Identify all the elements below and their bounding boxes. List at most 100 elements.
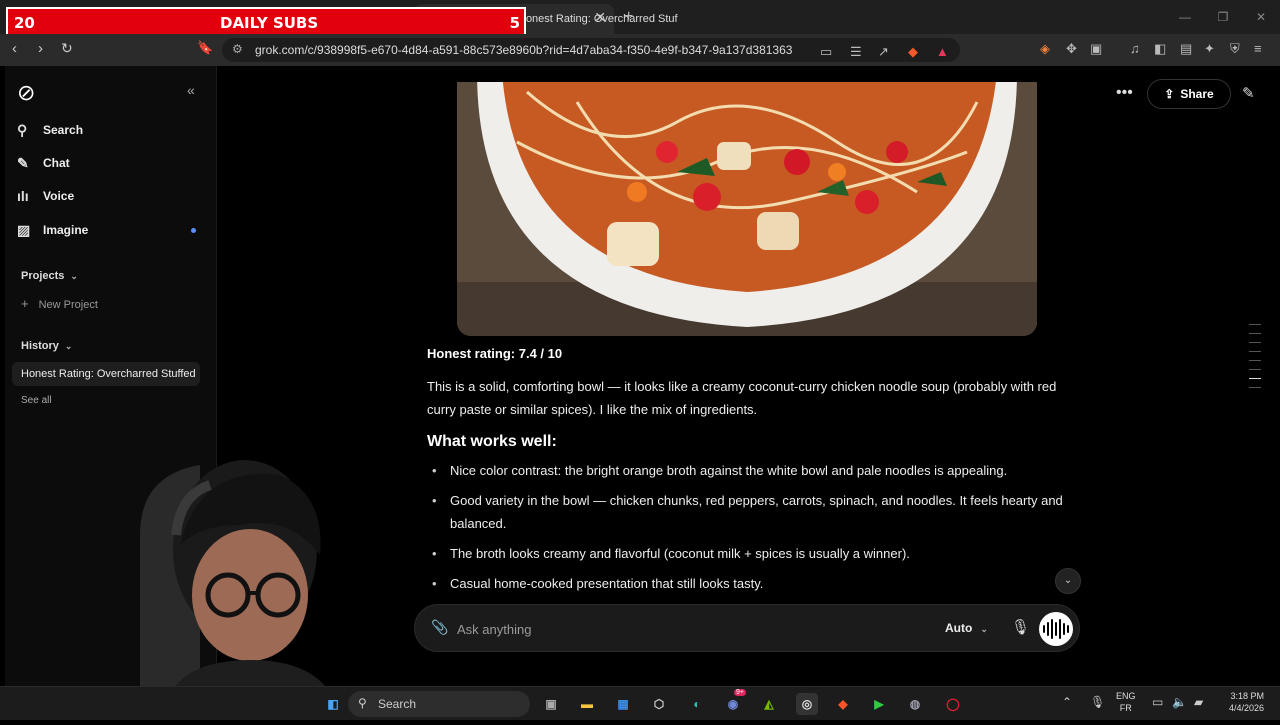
new-chat-icon[interactable]: ✎	[1242, 84, 1255, 102]
chevron-down-icon: ⌄	[980, 624, 988, 634]
site-info-icon[interactable]: ⚙	[232, 42, 243, 56]
chevron-down-icon: ⌄	[64, 341, 73, 351]
edge-icon[interactable]: ◐	[686, 693, 708, 715]
grok-logo-icon[interactable]: ⊘	[17, 80, 35, 106]
forward-icon[interactable]: ›	[38, 40, 43, 57]
reader-icon[interactable]: ☰	[850, 44, 862, 60]
share-page-icon[interactable]: ↗	[878, 44, 889, 60]
file-explorer-icon[interactable]: ▬	[576, 693, 598, 715]
history-header[interactable]: History ⌄	[21, 340, 72, 352]
soup-bowl-photo[interactable]	[457, 82, 1037, 336]
chevron-up-icon[interactable]: ⌃	[1062, 695, 1072, 709]
history-label: History	[21, 340, 59, 352]
lang-top: ENG	[1116, 691, 1136, 701]
stream-subs-overlay: 20 DAILY SUBS 5	[6, 7, 526, 36]
task-view-icon[interactable]: ▣	[540, 693, 562, 715]
chat-main: ••• ⇪ Share ✎ Honest rating: 7.4 / 10 Th…	[218, 66, 1280, 686]
start-icon[interactable]: ◧	[322, 693, 344, 715]
overlay-count-right: 5	[509, 14, 520, 32]
close-tab-icon[interactable]: ✕	[594, 9, 606, 26]
new-indicator-dot	[191, 228, 196, 233]
streamer-webcam	[140, 455, 340, 720]
extensions-puzzle-icon[interactable]: ✥	[1066, 41, 1077, 57]
taskbar-search[interactable]: ⚲ Search	[348, 691, 530, 717]
ask-input[interactable]	[457, 618, 897, 640]
brave-rewards-icon[interactable]: ▲	[936, 44, 949, 59]
language-indicator[interactable]: ENG FR	[1116, 690, 1136, 714]
close-window-icon[interactable]: ✕	[1242, 0, 1280, 34]
voice-wave-icon: ılı	[17, 188, 29, 204]
plus-icon: +	[21, 296, 29, 311]
see-all-link[interactable]: See all	[21, 395, 52, 406]
controller-icon[interactable]: ◍	[904, 693, 926, 715]
opera-gx-icon[interactable]: ◯	[942, 693, 964, 715]
sidebar-item-voice[interactable]: ılı Voice	[17, 185, 74, 207]
store-icon[interactable]: ▦	[612, 693, 634, 715]
taskbar-search-label: Search	[378, 697, 417, 711]
share-button[interactable]: ⇪ Share	[1147, 79, 1231, 109]
menu-icon[interactable]: ≡	[1254, 41, 1262, 56]
projects-label: Projects	[21, 270, 65, 282]
projects-header[interactable]: Projects ⌄	[21, 270, 78, 282]
scroll-down-button[interactable]: ⌄	[1055, 568, 1081, 594]
sidebar-item-imagine[interactable]: ▨ Imagine	[17, 219, 88, 241]
more-options-icon[interactable]: •••	[1116, 84, 1133, 102]
collapse-sidebar-icon[interactable]: «	[187, 82, 195, 98]
ai-sparkle-icon[interactable]: ✦	[1204, 41, 1215, 57]
sidebar-toggle-icon[interactable]: ◧	[1154, 41, 1166, 57]
microphone-icon[interactable]: 🎙	[1011, 618, 1030, 636]
media-player-icon[interactable]: ▶	[868, 693, 890, 715]
voice-mode-button[interactable]	[1039, 612, 1073, 646]
reload-icon[interactable]: ↻	[61, 40, 73, 57]
sidebar-item-label: Voice	[43, 189, 75, 203]
screenshot-icon[interactable]: ▣	[1090, 41, 1102, 57]
chevron-down-icon: ⌄	[70, 271, 78, 281]
discord-badge: 9+	[734, 689, 746, 696]
cast-icon[interactable]: ▭	[820, 44, 832, 60]
overlay-title: DAILY SUBS	[220, 14, 319, 32]
image-icon: ▨	[17, 221, 31, 238]
minimize-icon[interactable]: —	[1166, 0, 1204, 34]
nvidia-icon[interactable]: ◭	[758, 693, 780, 715]
sidebar-item-search[interactable]: ⚲ Search	[17, 119, 83, 141]
brave-shield-icon[interactable]: ◆	[908, 44, 918, 60]
overlay-count-left: 20	[14, 14, 35, 32]
share-icon: ⇪	[1164, 87, 1175, 101]
sidebar-item-label: Search	[43, 123, 84, 137]
sidebar-item-label: Chat	[43, 156, 70, 170]
battery-icon[interactable]: ▰	[1194, 695, 1203, 709]
network-icon[interactable]: ▭	[1152, 695, 1163, 709]
extension-lion-icon[interactable]: ◈	[1040, 41, 1050, 57]
section-heading: What works well:	[427, 433, 557, 450]
address-bar[interactable]: ⚙ grok.com/c/938998f5-e670-4d84-a591-88c…	[222, 38, 960, 62]
sidebar-item-label: Imagine	[43, 223, 89, 237]
bookmark-icon[interactable]: 🔖	[197, 40, 213, 56]
discord-icon[interactable]: ◉	[722, 693, 744, 715]
clock[interactable]: 3:18 PM 4/4/2026	[1222, 690, 1264, 714]
clock-time: 3:18 PM	[1230, 691, 1264, 701]
model-select[interactable]: Auto ⌄	[945, 621, 988, 635]
brave-icon[interactable]: ◆	[832, 693, 854, 715]
vpn-icon[interactable]: ⛨	[1230, 41, 1240, 57]
new-project-button[interactable]: + New Project	[21, 296, 98, 311]
attach-icon[interactable]: 📎	[431, 619, 448, 636]
intro-paragraph: This is a solid, comforting bowl — it lo…	[427, 379, 1057, 417]
app-cube-icon[interactable]: ⬡	[648, 693, 670, 715]
lang-bottom: FR	[1119, 703, 1132, 713]
obs-icon[interactable]: ◎	[796, 693, 818, 715]
new-tab-icon[interactable]: +	[624, 8, 633, 26]
volume-icon[interactable]: 🔈	[1172, 695, 1187, 709]
bullet-list: Nice color contrast: the bright orange b…	[427, 459, 1067, 595]
sidebar-item-chat[interactable]: ✎ Chat	[17, 152, 70, 174]
maximize-icon[interactable]: ❐	[1204, 0, 1242, 34]
list-item: The broth looks creamy and flavorful (co…	[427, 542, 1067, 565]
microphone-icon[interactable]: 🎙	[1090, 695, 1105, 709]
share-label: Share	[1180, 87, 1214, 101]
model-label: Auto	[945, 621, 973, 635]
wallet-icon[interactable]: ▤	[1180, 41, 1192, 57]
history-item[interactable]: Honest Rating: Overcharred Stuffed	[12, 362, 200, 386]
chat-icon: ✎	[17, 154, 29, 171]
music-icon[interactable]: ♫	[1130, 41, 1140, 56]
conversation-minimap[interactable]	[1249, 324, 1261, 396]
back-icon[interactable]: ‹	[12, 40, 17, 57]
